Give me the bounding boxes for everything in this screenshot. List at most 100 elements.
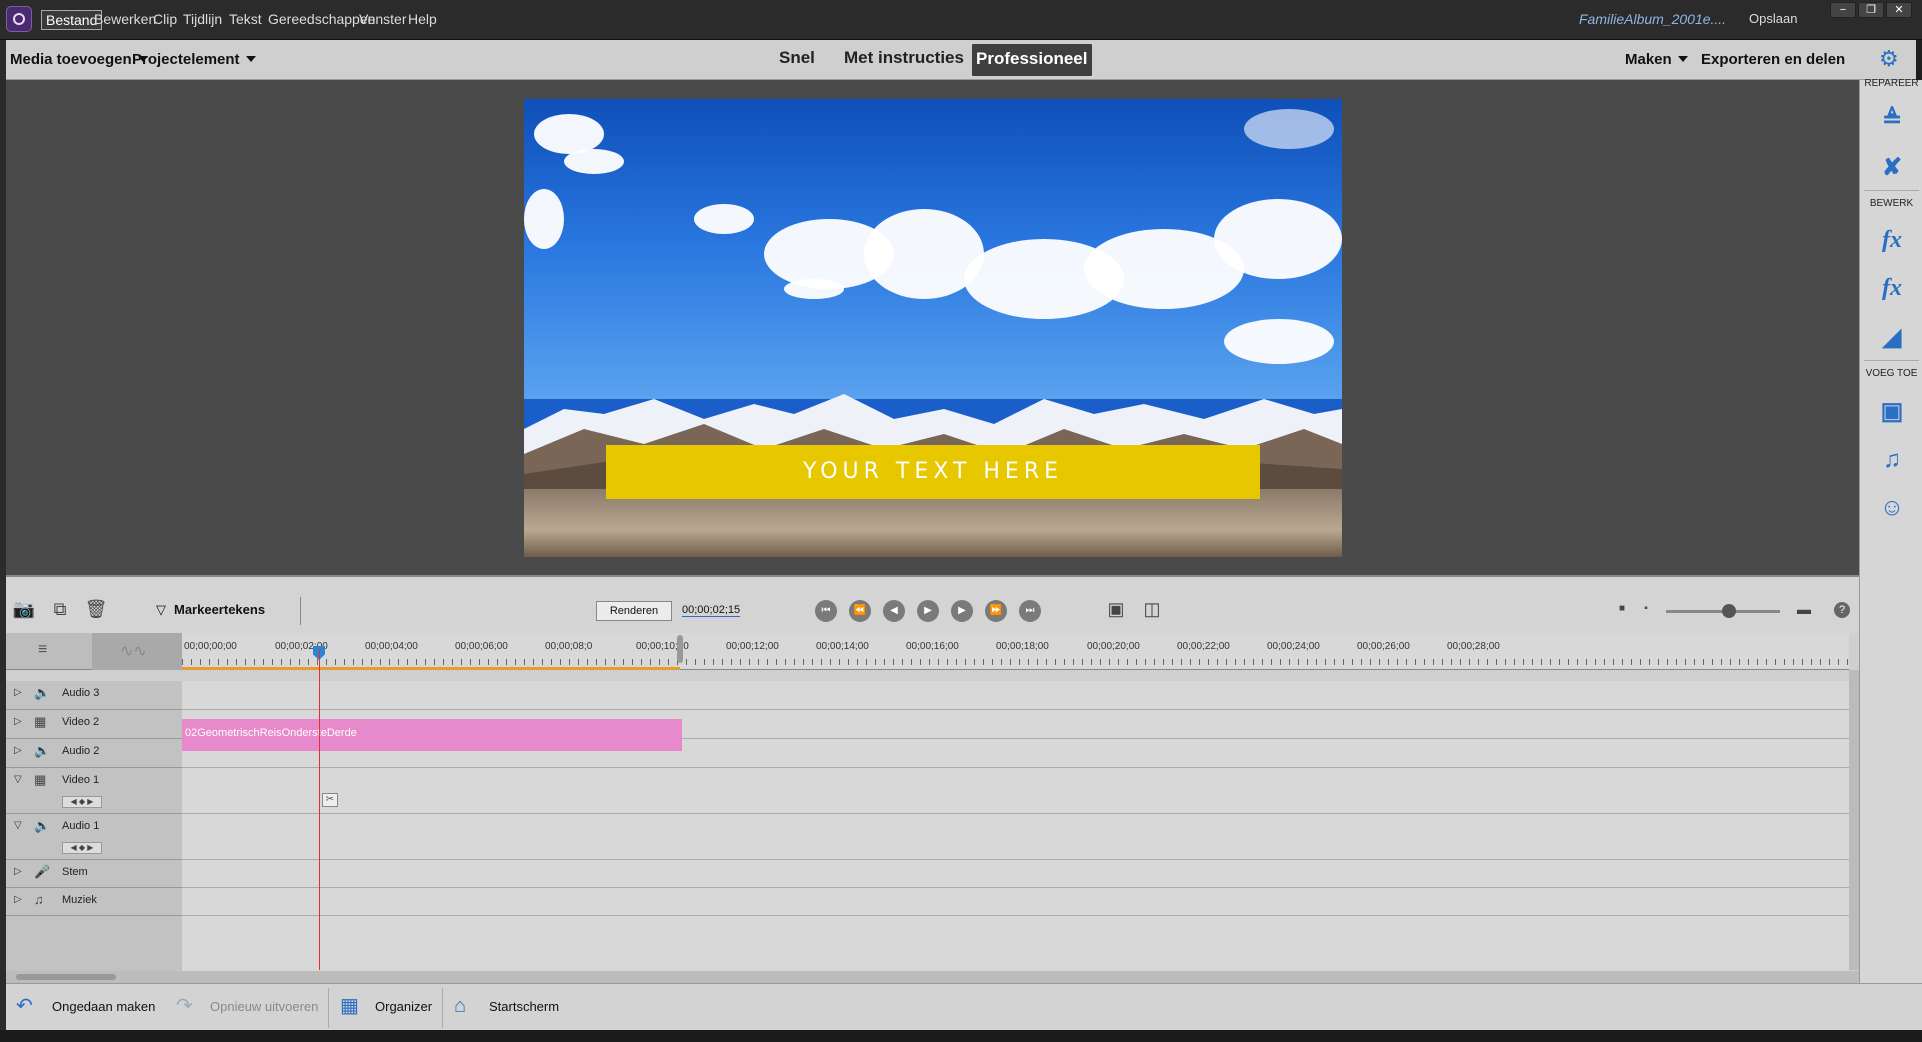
adjust-icon[interactable]: ≜ bbox=[1878, 106, 1906, 134]
app-logo-icon[interactable] bbox=[6, 6, 32, 32]
expand-icon[interactable]: ▷ bbox=[14, 745, 22, 756]
speaker-icon[interactable]: 🔈 bbox=[34, 685, 50, 701]
save-button[interactable]: Opslaan bbox=[1749, 11, 1797, 26]
scrollbar-thumb[interactable] bbox=[16, 974, 116, 980]
camera-icon[interactable]: 📷 bbox=[12, 599, 36, 619]
titles-icon[interactable]: ▣ bbox=[1878, 398, 1906, 426]
music-icon[interactable]: ♫ bbox=[1878, 446, 1906, 474]
scissors-icon[interactable]: ✂ bbox=[322, 793, 338, 807]
work-area-bar[interactable] bbox=[182, 667, 680, 670]
gear-icon[interactable]: ⚙ bbox=[1879, 48, 1901, 70]
audio-waveform-toggle[interactable]: ∿∿ bbox=[92, 633, 182, 670]
menu-tijdlijn[interactable]: Tijdlijn bbox=[183, 11, 222, 27]
next-edit-icon[interactable]: ⏩ bbox=[985, 600, 1007, 622]
track-header-video-2[interactable]: ▷ ▦ Video 2 bbox=[6, 710, 182, 739]
track-header-stem[interactable]: ▷ 🎤 Stem bbox=[6, 860, 182, 888]
graphics-icon[interactable]: ☺ bbox=[1878, 494, 1906, 522]
project-asset-menu[interactable]: Projectelement bbox=[132, 51, 256, 68]
render-button[interactable]: Renderen bbox=[596, 601, 672, 621]
create-menu[interactable]: Maken bbox=[1625, 51, 1688, 68]
speaker-icon[interactable]: 🔈 bbox=[34, 818, 50, 834]
track-header-video-1[interactable]: ▽ ▦ Video 1 ◀ ◆ ▶ bbox=[6, 768, 182, 814]
marker-icon[interactable]: ▽ bbox=[156, 602, 166, 618]
track-audio-3[interactable] bbox=[182, 681, 1849, 710]
timecode-field[interactable]: 00;00;02;15 bbox=[682, 604, 741, 617]
track-empty-area[interactable] bbox=[182, 916, 1849, 971]
mode-expert-tab[interactable]: Professioneel bbox=[972, 44, 1092, 76]
markers-menu[interactable]: Markeertekens bbox=[174, 602, 265, 617]
track-header-audio-2[interactable]: ▷ 🔈 Audio 2 bbox=[6, 739, 182, 768]
title-overlay-text[interactable]: YOUR TEXT HERE bbox=[803, 459, 1063, 484]
menu-help[interactable]: Help bbox=[408, 11, 437, 27]
work-area-handle[interactable] bbox=[677, 635, 683, 663]
tools-icon[interactable]: ✘ bbox=[1878, 154, 1906, 182]
menu-clip[interactable]: Clip bbox=[153, 11, 177, 27]
trash-icon[interactable]: 🗑 bbox=[84, 599, 108, 619]
collapse-icon[interactable]: ▽ bbox=[14, 820, 22, 831]
organizer-button[interactable]: Organizer bbox=[375, 999, 432, 1014]
undo-button[interactable]: Ongedaan maken bbox=[52, 999, 155, 1014]
zoom-small-icon[interactable]: ▪ bbox=[1634, 599, 1658, 619]
mode-guided-tab[interactable]: Met instructies bbox=[844, 48, 964, 68]
ruler-tick: 00;00;04;00 bbox=[365, 641, 418, 652]
transitions-icon[interactable]: ◢ bbox=[1878, 324, 1906, 352]
music-note-icon[interactable]: ♫ bbox=[34, 892, 44, 907]
organizer-icon[interactable]: ▦ bbox=[340, 995, 359, 1017]
playhead-line[interactable] bbox=[319, 650, 320, 970]
applied-effects-icon[interactable]: fx bbox=[1878, 226, 1906, 254]
menu-tekst[interactable]: Tekst bbox=[229, 11, 262, 27]
zoom-slider-handle[interactable] bbox=[1722, 604, 1736, 618]
video-clip[interactable]: 02GeometrischReisOndersteDerde bbox=[182, 719, 682, 751]
track-header-muziek[interactable]: ▷ ♫ Muziek bbox=[6, 888, 182, 916]
title-overlay[interactable]: YOUR TEXT HERE bbox=[606, 445, 1260, 499]
film-icon[interactable]: ▦ bbox=[34, 772, 46, 788]
keyframe-controls[interactable]: ◀ ◆ ▶ bbox=[62, 796, 102, 808]
collapse-icon[interactable]: ▽ bbox=[14, 774, 22, 785]
expand-icon[interactable]: ▷ bbox=[14, 687, 22, 698]
go-to-start-icon[interactable]: ⏮ bbox=[815, 600, 837, 622]
ruler-tick: 00;00;20;00 bbox=[1087, 641, 1140, 652]
export-share-menu[interactable]: Exporteren en delen bbox=[1701, 51, 1845, 68]
vertical-scrollbar[interactable] bbox=[1849, 670, 1859, 970]
home-icon[interactable]: ⌂ bbox=[454, 995, 466, 1017]
help-icon[interactable]: ? bbox=[1834, 602, 1850, 618]
fullscreen-icon[interactable]: ◫ bbox=[1140, 599, 1164, 619]
track-audio-1[interactable] bbox=[182, 814, 1849, 860]
time-ruler[interactable]: 00;00;00;00 00;00;02;00 00;00;04;00 00;0… bbox=[182, 633, 1849, 670]
step-back-icon[interactable]: ◀ bbox=[883, 600, 905, 622]
track-muziek[interactable] bbox=[182, 888, 1849, 916]
mode-quick-tab[interactable]: Snel bbox=[779, 48, 815, 68]
keyframe-controls[interactable]: ◀ ◆ ▶ bbox=[62, 842, 102, 854]
zoom-in-icon[interactable]: ▬ bbox=[1792, 599, 1816, 619]
previous-edit-icon[interactable]: ⏪ bbox=[849, 600, 871, 622]
expand-icon[interactable]: ▷ bbox=[14, 894, 22, 905]
undo-icon[interactable]: ↶ bbox=[16, 995, 33, 1017]
home-screen-button[interactable]: Startscherm bbox=[489, 999, 559, 1014]
zoom-out-icon[interactable]: ■ bbox=[1610, 599, 1634, 619]
play-icon[interactable]: ▶ bbox=[917, 600, 939, 622]
effects-icon[interactable]: fx bbox=[1878, 274, 1906, 302]
expand-icon[interactable]: ▷ bbox=[14, 866, 22, 877]
resize-icon[interactable]: ⧉ bbox=[48, 599, 72, 619]
video-preview[interactable]: YOUR TEXT HERE bbox=[524, 99, 1342, 557]
restore-button[interactable]: ❐ bbox=[1858, 2, 1884, 18]
film-icon[interactable]: ▦ bbox=[34, 714, 46, 730]
menu-venster[interactable]: Venster bbox=[359, 11, 406, 27]
add-media-menu[interactable]: Media toevoegen bbox=[10, 51, 148, 68]
horizontal-scrollbar[interactable] bbox=[6, 971, 1859, 983]
track-video-1[interactable] bbox=[182, 768, 1849, 814]
track-stem[interactable] bbox=[182, 860, 1849, 888]
track-layout-icon[interactable]: ≡ bbox=[38, 641, 47, 659]
track-header-audio-1[interactable]: ▽ 🔈 Audio 1 ◀ ◆ ▶ bbox=[6, 814, 182, 860]
redo-button: Opnieuw uitvoeren bbox=[210, 999, 319, 1014]
expand-icon[interactable]: ▷ bbox=[14, 716, 22, 727]
step-forward-icon[interactable]: ▶ bbox=[951, 600, 973, 622]
monitor-settings-icon[interactable]: ▣ bbox=[1104, 599, 1128, 619]
microphone-icon[interactable]: 🎤 bbox=[34, 864, 50, 880]
close-button[interactable]: ✕ bbox=[1886, 2, 1912, 18]
track-header-audio-3[interactable]: ▷ 🔈 Audio 3 bbox=[6, 681, 182, 710]
minimize-button[interactable]: − bbox=[1830, 2, 1856, 18]
menu-bewerken[interactable]: Bewerken bbox=[94, 11, 156, 27]
go-to-end-icon[interactable]: ⏭ bbox=[1019, 600, 1041, 622]
speaker-icon[interactable]: 🔈 bbox=[34, 743, 50, 759]
